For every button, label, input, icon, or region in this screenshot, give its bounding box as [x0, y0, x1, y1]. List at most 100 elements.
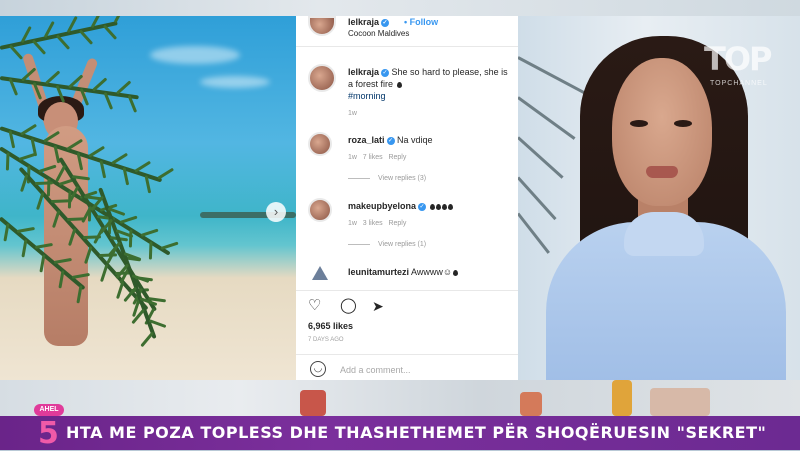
palm-leaflet	[21, 239, 28, 258]
studio-shot: TOP TOPCHANNEL	[518, 16, 800, 380]
palm-leaflet	[128, 229, 133, 248]
guest-lips	[646, 166, 678, 178]
comment-avatar[interactable]	[312, 266, 328, 280]
comment-user[interactable]: makeupbyelona	[348, 201, 416, 211]
comment: roza_lati ✓ Na vdiqe	[348, 134, 433, 146]
palm-leaflet	[35, 192, 45, 211]
palm-leaflet	[88, 145, 106, 158]
smiley-emoji-icon: ☺	[442, 267, 453, 277]
cloud	[200, 76, 270, 88]
post-location[interactable]: Cocoon Maldives	[348, 29, 409, 38]
background-stripe	[518, 212, 550, 254]
comment-avatar[interactable]	[308, 132, 332, 156]
likes-count[interactable]: 6,965 likes	[308, 321, 353, 331]
caption: lelkraja ✓ She so hard to please, she is …	[348, 66, 514, 102]
palm-leaflet	[160, 241, 179, 250]
comment-icon[interactable]: ◯	[340, 298, 357, 314]
palm-leaflet	[32, 39, 47, 55]
next-photo-button[interactable]: ›	[266, 202, 286, 222]
background-shape	[612, 380, 632, 416]
guest-collar	[624, 212, 704, 256]
heart-icon[interactable]: ♡	[308, 298, 321, 314]
news-ticker: HTA ME POZA TOPLESS DHE THASHETHEMET PËR…	[0, 416, 800, 450]
comment-text: Awwww	[411, 267, 443, 277]
palm-leaflet	[16, 227, 35, 234]
instagram-post-photo: ›	[0, 16, 296, 380]
drop-emoji-icon	[447, 203, 453, 210]
view-replies-link[interactable]: View replies (1)	[348, 241, 426, 248]
follow-button[interactable]: • Follow	[404, 17, 438, 27]
instagram-comments-panel: lelkraja ✓ • Follow Cocoon Maldives lelkr…	[296, 16, 518, 380]
comment-avatar[interactable]	[308, 198, 332, 222]
drop-emoji-icon	[453, 269, 459, 276]
palm-leaflet	[18, 152, 37, 161]
guest-eye	[630, 120, 648, 127]
palm-leaflet	[139, 331, 154, 347]
post-author-name[interactable]: lelkraja ✓	[348, 17, 390, 27]
background-stripe	[518, 136, 564, 179]
chevron-right-icon: ›	[273, 204, 279, 219]
verified-badge-icon: ✓	[381, 18, 390, 27]
divider	[296, 354, 518, 355]
reply-line	[348, 243, 370, 245]
palm-leaflet	[99, 263, 109, 282]
background-stripe	[518, 176, 557, 221]
guest-eye	[674, 120, 692, 127]
palm-leaflet	[55, 34, 70, 50]
comment: makeupbyelona ✓	[348, 200, 453, 212]
background-shape	[650, 388, 710, 416]
palm-leaflet	[3, 223, 10, 242]
view-replies-link[interactable]: View replies (3)	[348, 175, 426, 182]
background-shape	[520, 392, 542, 416]
palm-leaflet	[20, 123, 37, 136]
comment: leunitamurtezi Awwww☺	[348, 266, 459, 278]
channel-logo-subtext: TOPCHANNEL	[710, 80, 768, 87]
palm-leaflet	[102, 24, 117, 40]
comment-user[interactable]: leunitamurtezi	[348, 267, 409, 277]
comment-user[interactable]: roza_lati	[348, 135, 385, 145]
drop-emoji-icon	[441, 203, 447, 210]
cloud	[150, 46, 240, 64]
palm-leaflet	[114, 16, 126, 24]
ticker-headline: HTA ME POZA TOPLESS DHE THASHETHEMET PËR…	[66, 423, 767, 442]
caption-age: 1w	[348, 110, 357, 117]
caption-author-avatar[interactable]	[308, 64, 336, 92]
palm-leaflet	[79, 29, 94, 45]
verified-badge-icon: ✓	[418, 202, 427, 211]
background-stripe	[518, 96, 576, 140]
palm-leaflet	[111, 153, 129, 166]
comment-meta[interactable]: 1w 3 likes Reply	[348, 220, 406, 227]
show-logo-pill: AHEL	[34, 404, 64, 416]
verified-badge-icon: ✓	[381, 68, 390, 77]
add-comment-input[interactable]: Add a comment...	[340, 365, 411, 375]
palm-leaflet	[119, 215, 139, 225]
palm-leaflet	[148, 241, 153, 260]
palm-leaflet	[116, 281, 125, 300]
caption-hashtag[interactable]: #morning	[348, 91, 386, 101]
drop-emoji-icon	[435, 203, 441, 210]
divider	[296, 290, 518, 291]
smiley-icon[interactable]: ◡	[310, 361, 326, 377]
comment-meta[interactable]: 1w 7 likes Reply	[348, 154, 406, 161]
reply-line	[348, 177, 370, 179]
comment-text: Na vdiqe	[397, 135, 433, 145]
palm-leaflet	[134, 160, 152, 173]
drop-emoji-icon	[429, 203, 435, 210]
palm-leaflet	[157, 167, 174, 181]
drop-emoji-icon	[396, 81, 402, 88]
guest-face	[612, 58, 712, 206]
caption-author-name[interactable]: lelkraja	[348, 67, 379, 77]
palm-leaflet	[140, 228, 159, 237]
verified-badge-icon: ✓	[386, 136, 395, 145]
show-logo-number: 5	[38, 416, 59, 451]
tv-frame: › lelkraja ✓ • Follow Cocoon Maldives lel…	[0, 0, 800, 451]
post-date: 7 DAYS AGO	[308, 337, 344, 343]
background-shape	[300, 390, 326, 416]
divider	[296, 46, 518, 47]
palm-leaflet	[19, 174, 29, 193]
background-stripe	[518, 56, 590, 97]
top-strip	[0, 0, 800, 16]
share-icon[interactable]: ➤	[372, 298, 384, 314]
show-logo: AHEL 5	[34, 400, 64, 451]
author-avatar[interactable]	[308, 16, 336, 36]
